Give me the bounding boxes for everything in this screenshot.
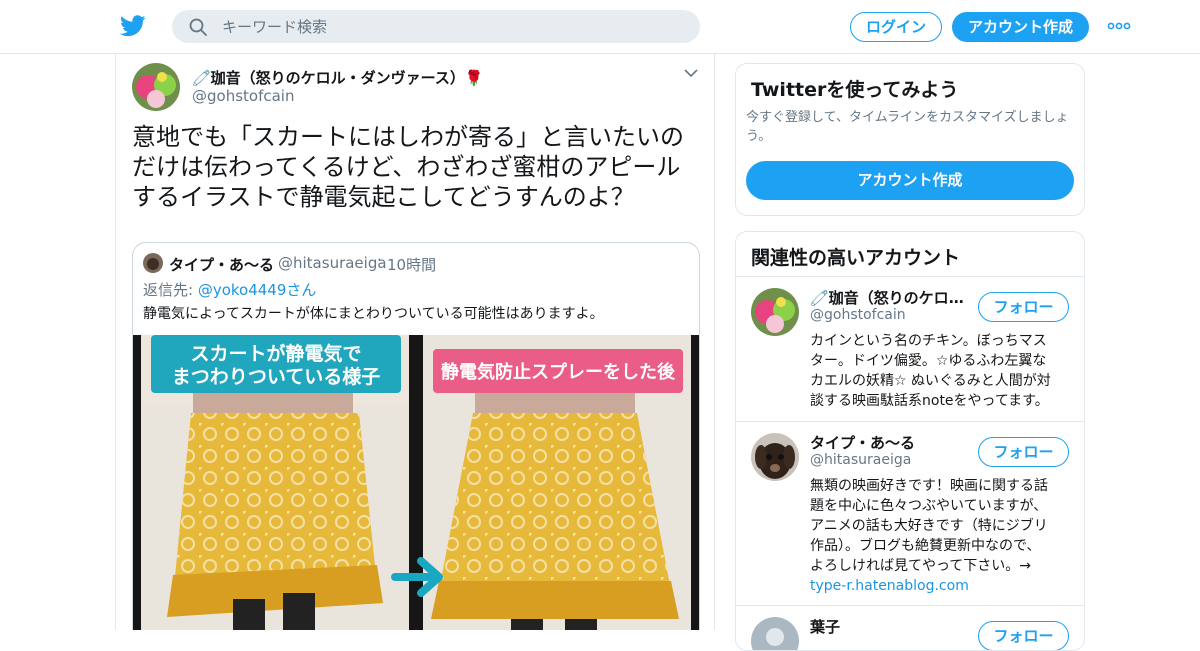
quoted-author-handle: @hitasuraeiga (278, 254, 387, 272)
bio-line: アニメの話も大好きです（特にジブリ (810, 518, 1048, 534)
quoted-tweet-text: 静電気によってスカートが体にまとわりついている可能性はありますよ。 (143, 306, 604, 322)
separator-dot: · (377, 251, 382, 269)
account-name[interactable]: 葉子 (810, 616, 840, 637)
account-item[interactable]: 🧷珈音（怒りのケロル… @gohstofcain フォロー カインという名のチキ… (736, 277, 1084, 422)
right-caption: 静電気防止スプレーをした後 (441, 361, 676, 383)
related-accounts-card: 関連性の高いアカウント 🧷珈音（怒りのケロル… @gohstofcain フォロ… (735, 231, 1085, 651)
twitter-bird-icon[interactable] (120, 14, 146, 38)
bio-link[interactable]: type-r.hatenablog.com (810, 576, 1074, 596)
bio-line: カインという名のチキン。ぼっちマス (810, 333, 1047, 349)
account-bio: カインという名のチキン。ぼっちマス ター。ドイツ偏愛。☆ゆるふわ左翼な カエルの… (810, 331, 1074, 411)
search-input[interactable] (222, 10, 682, 43)
follow-button[interactable]: フォロー (978, 437, 1069, 467)
account-avatar[interactable] (751, 288, 799, 336)
left-caption-line2: まつわりついている様子 (172, 365, 381, 388)
tweet-text-line: だけは伝わってくるけど、わざわざ蜜柑のアピール (132, 153, 681, 181)
related-accounts-title: 関連性の高いアカウント (751, 247, 961, 269)
signup-card-subtitle: 今すぐ登録して、タイムラインをカスタマイズしましょう。 (746, 110, 1069, 144)
account-bio: 無類の映画好きです！映画に関する話 題を中心に色々つぶやいていますが、 アニメの… (810, 476, 1074, 596)
signup-card: Twitterを使ってみよう 今すぐ登録して、タイムラインをカスタマイズしましょ… (735, 63, 1085, 216)
search-icon (189, 18, 207, 36)
account-avatar[interactable] (751, 617, 799, 650)
quoted-timestamp: 10時間 (387, 256, 437, 274)
quoted-author-avatar (143, 253, 163, 273)
tweet-author-avatar[interactable] (132, 63, 180, 111)
bio-line: 談する映画駄話系noteをやってます。 (810, 393, 1049, 409)
follow-button[interactable]: フォロー (978, 292, 1069, 322)
login-button[interactable]: ログイン (850, 12, 942, 42)
tweet-text-line: 意地でも「スカートにはしわが寄る」と言いたいの (132, 123, 684, 151)
quoted-author-name: タイプ・あ～る (169, 256, 275, 274)
signup-card-button[interactable]: アカウント作成 (746, 161, 1074, 200)
reply-to-link[interactable]: @yoko4449さん (198, 281, 317, 299)
account-item[interactable]: タイプ・あ～る @hitasuraeiga フォロー 無類の映画好きです！映画に… (736, 422, 1084, 606)
bio-line: 無類の映画好きです！映画に関する話 (810, 478, 1048, 494)
account-avatar[interactable] (751, 433, 799, 481)
tweet-author-name[interactable]: 🧷珈音（怒りのケロル・ダンヴァース）🌹 (192, 67, 484, 88)
tweet-author-handle[interactable]: @gohstofcain (192, 87, 294, 105)
account-name[interactable]: 🧷珈音（怒りのケロル… (810, 287, 975, 308)
bio-line: ター。ドイツ偏愛。☆ゆるふわ左翼な (810, 353, 1047, 369)
quoted-tweet-image[interactable]: スカートが静電気で まつわりついている様子 静電気防止スプレーをした後 (133, 335, 699, 630)
account-item[interactable]: 葉子 フォロー (736, 606, 1084, 650)
more-options-icon[interactable] (1106, 18, 1132, 34)
tweet-text-line: するイラストで静電気起こしてどうすんのよ？ (132, 183, 635, 211)
reply-to-line: 返信先: @yoko4449さん (143, 279, 316, 300)
account-name[interactable]: タイプ・あ～る (810, 432, 915, 453)
signup-card-title: Twitterを使ってみよう (751, 79, 959, 101)
bio-line: 題を中心に色々つぶやいていますが、 (810, 498, 1048, 514)
bio-line: 作品）。ブログも絶賛更新中なので、 (810, 538, 1041, 554)
quoted-tweet[interactable]: タイプ・あ～る @hitasuraeiga · 10時間 返信先: @yoko4… (132, 242, 700, 630)
tweet-text: 意地でも「スカートにはしわが寄る」と言いたいの だけは伝わってくるけど、わざわざ… (132, 122, 702, 212)
top-navigation-bar: ログイン アカウント作成 (0, 0, 1200, 54)
chevron-down-icon[interactable] (684, 68, 698, 78)
follow-button[interactable]: フォロー (978, 621, 1069, 650)
left-caption-line1: スカートが静電気で (190, 342, 361, 365)
bio-line: カエルの妖精☆ ぬいぐるみと人間が対 (810, 373, 1051, 389)
tweet-column: 🧷珈音（怒りのケロル・ダンヴァース）🌹 @gohstofcain 意地でも「スカ… (115, 54, 715, 630)
search-box[interactable] (172, 10, 700, 43)
account-handle[interactable]: @gohstofcain (810, 307, 906, 323)
reply-prefix: 返信先: (143, 281, 198, 299)
bio-line: よろしければ見てやって下さい。→ (810, 558, 1032, 574)
signup-button[interactable]: アカウント作成 (952, 12, 1089, 42)
account-handle[interactable]: @hitasuraeiga (810, 452, 911, 468)
